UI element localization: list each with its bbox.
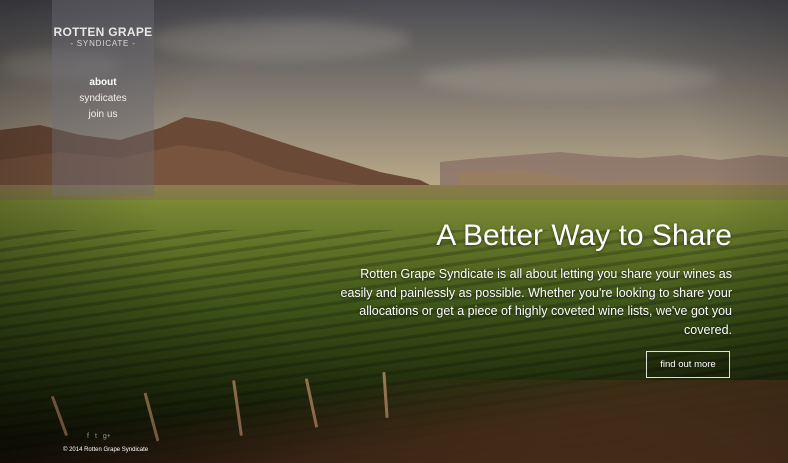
- hero-title: A Better Way to Share: [436, 219, 732, 252]
- hero-description: Rotten Grape Syndicate is all about lett…: [340, 267, 733, 337]
- copyright: © 2014 Rotten Grape Syndicate: [63, 447, 149, 453]
- logo-subtitle: - SYNDICATE -: [70, 39, 136, 48]
- main-nav: about syndicates join us: [52, 75, 154, 123]
- facebook-icon[interactable]: f: [87, 433, 89, 440]
- nav-item-syndicates[interactable]: syndicates: [52, 91, 154, 107]
- nav-item-about[interactable]: about: [52, 75, 154, 91]
- twitter-icon[interactable]: t: [95, 433, 97, 440]
- find-out-more-button[interactable]: find out more: [646, 351, 730, 378]
- nav-item-join-us[interactable]: join us: [52, 107, 154, 123]
- logo[interactable]: ROTTEN GRAPE - SYNDICATE -: [52, 26, 154, 49]
- social-links: f t g+: [87, 433, 111, 440]
- sidebar: ROTTEN GRAPE - SYNDICATE - about syndica…: [52, 0, 154, 196]
- logo-name: ROTTEN GRAPE: [53, 25, 153, 39]
- google-plus-icon[interactable]: g+: [103, 433, 111, 440]
